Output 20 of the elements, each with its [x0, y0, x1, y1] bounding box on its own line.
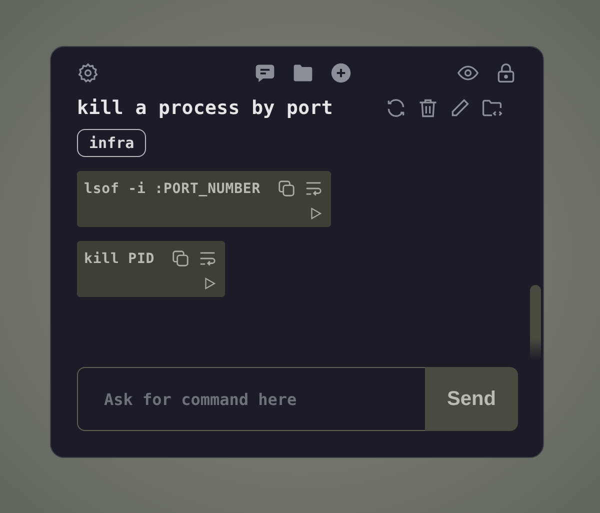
refresh-icon[interactable] [385, 97, 407, 119]
folder-icon[interactable] [292, 62, 314, 84]
chat-icon[interactable] [254, 62, 276, 84]
pencil-icon[interactable] [449, 97, 471, 119]
command-text: lsof -i :PORT_NUMBER [84, 180, 261, 196]
add-icon[interactable] [330, 62, 352, 84]
wrap-icon[interactable] [198, 249, 217, 268]
wrap-icon[interactable] [304, 179, 323, 198]
copy-icon[interactable] [170, 249, 190, 268]
command-text: kill PID [84, 250, 155, 266]
command-title: kill a process by port [77, 97, 334, 119]
tag[interactable]: infra [77, 129, 146, 157]
trash-icon[interactable] [417, 97, 439, 119]
command-input[interactable]: Ask for command here [77, 367, 425, 431]
lock-icon[interactable] [495, 62, 517, 84]
copy-icon[interactable] [276, 179, 296, 198]
scrollbar-thumb[interactable] [530, 285, 541, 361]
settings-icon[interactable] [77, 62, 99, 84]
send-button[interactable]: Send [425, 367, 518, 431]
code-folder-icon[interactable] [481, 97, 503, 119]
